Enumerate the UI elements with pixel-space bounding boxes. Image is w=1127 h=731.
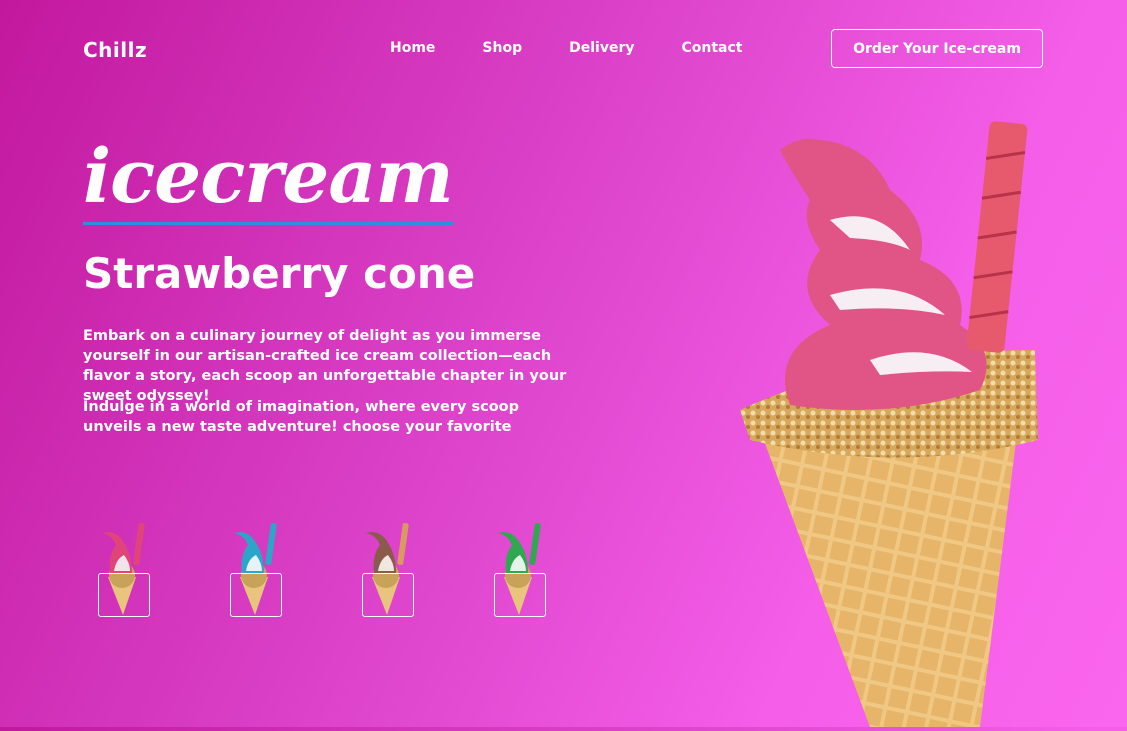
flavor-option-mint[interactable] bbox=[486, 515, 556, 620]
choose-paragraph: Indulge in a world of imagination, where… bbox=[83, 399, 519, 435]
flavor-option-chocolate[interactable] bbox=[354, 515, 424, 620]
nav-shop[interactable]: Shop bbox=[482, 40, 522, 56]
order-icecream-button[interactable]: Order Your Ice-cream bbox=[831, 29, 1043, 68]
page-title: Strawberry cone bbox=[83, 249, 476, 298]
brand-logo[interactable]: Chillz bbox=[83, 38, 147, 62]
thumb-frame bbox=[98, 573, 150, 617]
hero-cone-image bbox=[720, 110, 1060, 731]
thumb-frame bbox=[230, 573, 282, 617]
nav-home[interactable]: Home bbox=[390, 40, 435, 56]
thumb-frame bbox=[494, 573, 546, 617]
nav-contact[interactable]: Contact bbox=[682, 40, 743, 56]
nav-delivery[interactable]: Delivery bbox=[569, 40, 634, 56]
flavor-option-blue[interactable] bbox=[222, 515, 292, 620]
flavor-option-strawberry[interactable] bbox=[90, 515, 160, 620]
script-title: icecream bbox=[83, 132, 454, 225]
strawberry-cone-illustration bbox=[740, 121, 1038, 727]
thumb-frame bbox=[362, 573, 414, 617]
main-nav: Home Shop Delivery Contact bbox=[390, 40, 790, 56]
intro-paragraph: Embark on a culinary journey of delight … bbox=[83, 328, 567, 404]
